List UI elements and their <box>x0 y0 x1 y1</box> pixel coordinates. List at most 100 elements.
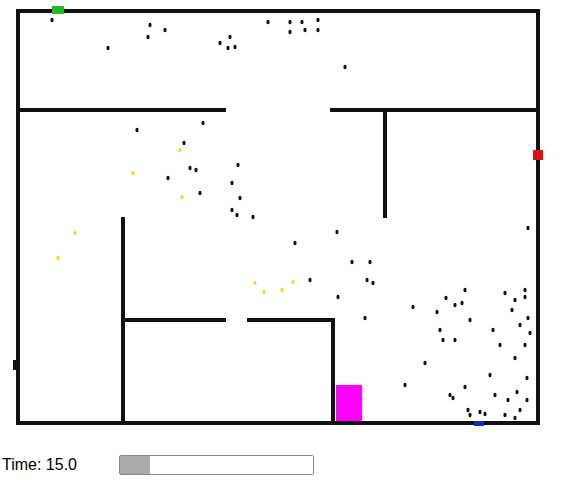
agent <box>343 65 346 69</box>
agent <box>448 393 451 397</box>
agent <box>336 295 339 299</box>
agent <box>303 28 306 32</box>
agent <box>218 41 221 45</box>
agent <box>423 361 426 365</box>
progress-bar <box>119 455 314 475</box>
agent <box>453 303 456 307</box>
agent <box>182 141 185 145</box>
agent <box>491 328 494 332</box>
agent <box>146 35 149 39</box>
agent <box>371 281 374 285</box>
agent <box>178 148 181 152</box>
wall <box>18 9 538 13</box>
agent <box>148 23 151 27</box>
agent <box>506 398 509 402</box>
agent <box>403 383 406 387</box>
wall <box>330 108 538 112</box>
agent <box>513 416 516 420</box>
agent <box>363 316 366 320</box>
agent <box>526 316 529 320</box>
agent <box>293 241 296 245</box>
agent <box>515 390 518 394</box>
progress-fill <box>120 456 150 474</box>
agent <box>411 305 414 309</box>
agent <box>226 46 229 50</box>
floor-plan <box>0 0 561 450</box>
agent <box>466 408 469 412</box>
agent <box>135 128 138 132</box>
agent <box>528 331 531 335</box>
agent <box>163 28 166 32</box>
agent <box>50 18 53 22</box>
agent <box>444 296 447 300</box>
exit-zone <box>336 385 362 421</box>
agent <box>518 323 521 327</box>
agent <box>525 376 528 380</box>
agent <box>166 176 169 180</box>
agent <box>525 398 528 402</box>
agent <box>238 196 241 200</box>
red-flag <box>533 150 543 160</box>
agent <box>262 290 265 294</box>
agent <box>106 46 109 50</box>
map-background <box>0 0 561 450</box>
agent <box>526 226 529 230</box>
agent <box>488 373 491 377</box>
wall <box>536 9 540 425</box>
agent <box>201 121 204 125</box>
agent <box>131 171 134 175</box>
black-flag <box>13 360 20 370</box>
agent <box>478 410 481 414</box>
agent <box>291 280 294 284</box>
agent <box>518 408 521 412</box>
simulation-screen: Time: 15.0 <box>0 0 561 480</box>
agent <box>235 213 238 217</box>
agent <box>316 18 319 22</box>
agent <box>438 328 441 332</box>
agent <box>468 413 471 417</box>
agent <box>468 318 471 322</box>
agent <box>498 343 501 347</box>
agent <box>523 343 526 347</box>
blue-flag <box>474 421 484 426</box>
time-label: Time: 15.0 <box>2 456 77 474</box>
agent <box>180 195 183 199</box>
agent <box>523 288 526 292</box>
agent <box>513 298 516 302</box>
agent <box>230 208 233 212</box>
agent <box>493 393 496 397</box>
agent <box>503 291 506 295</box>
agent <box>365 278 368 282</box>
agent <box>251 215 254 219</box>
agent <box>463 288 466 292</box>
agent <box>194 168 197 172</box>
agent <box>308 278 311 282</box>
agent <box>188 166 191 170</box>
agent <box>510 308 513 312</box>
agent <box>451 396 454 400</box>
wall <box>18 108 226 112</box>
agent <box>228 35 231 39</box>
wall <box>18 421 540 425</box>
agent <box>523 295 526 299</box>
wall <box>383 110 387 218</box>
agent <box>483 412 486 416</box>
wall <box>121 318 226 322</box>
agent <box>350 260 353 264</box>
status-bar: Time: 15.0 <box>0 450 561 480</box>
wall <box>247 318 335 322</box>
agent <box>435 310 438 314</box>
agent <box>56 256 59 260</box>
agent <box>230 181 233 185</box>
agent <box>453 338 456 342</box>
agent <box>253 281 256 285</box>
agent <box>288 30 291 34</box>
agent <box>503 413 506 417</box>
agent <box>236 163 239 167</box>
agent <box>441 338 444 342</box>
agent <box>198 191 201 195</box>
agent <box>335 230 338 234</box>
agent <box>233 45 236 49</box>
agent <box>266 20 269 24</box>
wall <box>331 318 335 422</box>
